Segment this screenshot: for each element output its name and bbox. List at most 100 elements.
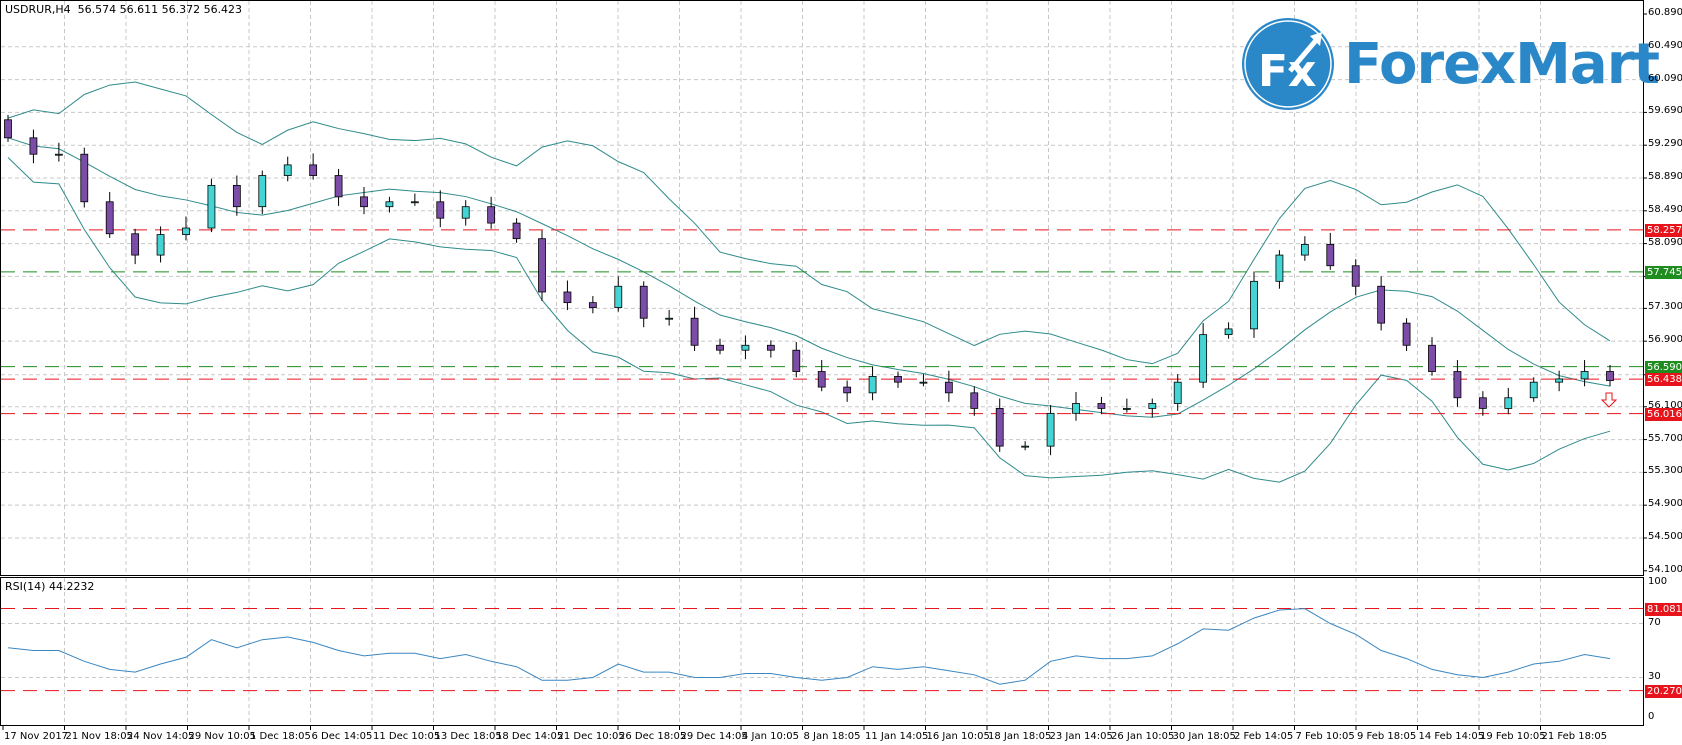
candle	[1529, 377, 1538, 402]
candle-body	[1377, 285, 1386, 324]
candle-body	[894, 376, 902, 383]
candle-body	[1478, 397, 1487, 409]
candle	[105, 191, 114, 238]
candle-body	[995, 408, 1004, 447]
candle-body	[1453, 371, 1462, 399]
candle	[512, 218, 521, 243]
price-label: 56.900	[1648, 334, 1682, 346]
candle-body	[1122, 408, 1131, 410]
rsi-panel-frame	[0, 577, 1644, 726]
candle	[970, 386, 979, 416]
candle-body	[1199, 334, 1208, 383]
candle-body	[538, 238, 546, 293]
time-label: 6 Dec 14:05	[311, 731, 373, 742]
bollinger-middle-band	[7, 137, 1611, 418]
time-label: 26 Jan 10:05	[1111, 731, 1175, 742]
candle-body	[309, 164, 318, 176]
candle-body	[1224, 328, 1233, 336]
candle	[436, 190, 445, 228]
price-label: 60.490	[1648, 39, 1682, 51]
candle	[1097, 396, 1106, 415]
time-label: 11 Dec 10:05	[373, 731, 441, 742]
candle	[4, 114, 12, 142]
price-label: 54.500	[1648, 530, 1682, 542]
candle-body	[54, 153, 63, 156]
candle	[1377, 276, 1386, 331]
candle	[944, 370, 953, 402]
candle	[843, 380, 852, 402]
candle-body	[944, 381, 953, 394]
candle-body	[1402, 322, 1411, 346]
price-label: 60.890	[1648, 7, 1682, 18]
time-label: 1 Dec 18:05	[250, 731, 311, 742]
candle	[690, 306, 699, 352]
candle	[410, 193, 419, 206]
candle-body	[690, 317, 699, 346]
candle	[156, 226, 165, 263]
time-label: 21 Feb 18:05	[1541, 731, 1608, 742]
candle-body	[792, 349, 801, 372]
candle-body	[563, 291, 572, 304]
candle	[1300, 236, 1309, 261]
time-label: 24 Nov 14:05	[127, 731, 195, 742]
candle-body	[360, 196, 368, 208]
candle-body	[766, 344, 775, 351]
candle-body	[1428, 344, 1436, 372]
candle	[1326, 232, 1335, 270]
candle-body	[385, 201, 394, 208]
candle-body	[80, 153, 89, 203]
candle-body	[919, 381, 928, 384]
candle-body	[588, 302, 597, 308]
price-label: 58.890	[1648, 171, 1682, 182]
candle	[461, 200, 470, 226]
candle	[868, 366, 877, 401]
candle	[1224, 322, 1233, 339]
candle	[1402, 318, 1411, 352]
candle	[1351, 259, 1360, 296]
candle-body	[639, 285, 648, 319]
rsi-scale-label: 30	[1648, 670, 1661, 682]
level-price-tag: 56.438	[1645, 373, 1682, 387]
candle	[1148, 398, 1157, 418]
time-label: 21 Dec 10:05	[557, 731, 625, 742]
time-label: 7 Feb 10:05	[1295, 731, 1355, 742]
candle	[665, 310, 674, 326]
candle	[894, 371, 902, 388]
candle	[232, 175, 241, 216]
price-label: 55.300	[1648, 465, 1682, 477]
candle	[1199, 323, 1208, 388]
candle-body	[665, 317, 674, 320]
candle	[1122, 398, 1131, 413]
candle	[54, 142, 63, 162]
rsi-scale-label: 0	[1648, 711, 1655, 722]
candle	[639, 281, 648, 328]
level-price-tag: 56.016	[1645, 407, 1682, 421]
candle-body	[1250, 280, 1258, 330]
candle	[766, 340, 775, 358]
candle-body	[207, 184, 216, 229]
candle-body	[868, 376, 877, 394]
candle	[1606, 364, 1614, 387]
candle	[817, 360, 826, 392]
candle	[131, 228, 140, 265]
candle	[258, 170, 267, 215]
candle-body	[258, 175, 267, 208]
candle-body	[970, 392, 979, 409]
logo-text: ForexMart	[1344, 31, 1660, 97]
candle-body	[1606, 371, 1614, 381]
candle	[1504, 387, 1513, 415]
price-label: 58.490	[1648, 203, 1682, 215]
candle-body	[817, 371, 826, 388]
price-label: 55.700	[1648, 432, 1682, 444]
bollinger-lower-band	[7, 157, 1611, 483]
symbol-header: USDRUR,H4 56.574 56.611 56.372 56.423	[5, 3, 243, 16]
candle	[1072, 392, 1080, 421]
candle	[385, 196, 394, 213]
price-label: 58.090	[1648, 236, 1682, 248]
time-label: 9 Feb 18:05	[1357, 731, 1417, 742]
price-label: 59.290	[1648, 138, 1682, 150]
candle	[792, 342, 801, 378]
time-label: 11 Jan 14:05	[865, 731, 929, 742]
candle	[1478, 391, 1487, 416]
time-label: 18 Jan 18:05	[988, 731, 1052, 742]
